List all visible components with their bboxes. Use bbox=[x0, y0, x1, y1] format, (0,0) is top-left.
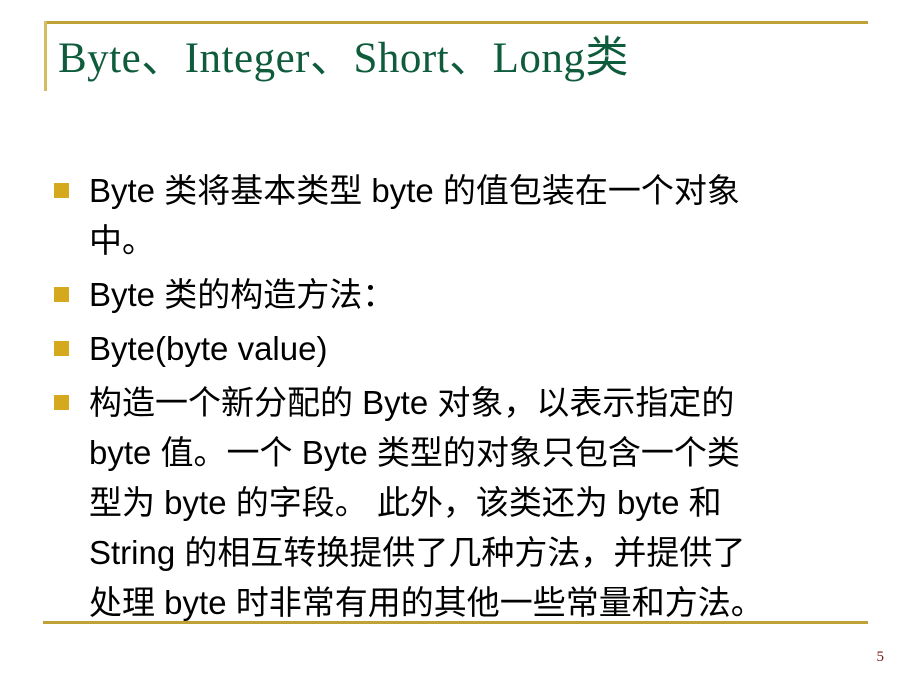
slide-title: Byte、Integer、Short、Long类 bbox=[58, 35, 629, 82]
square-bullet-icon bbox=[54, 395, 69, 410]
square-bullet-icon bbox=[54, 287, 69, 302]
bullet-item-text: 构造一个新分配的 Byte 对象，以表示指定的 byte 值。一个 Byte 类… bbox=[89, 378, 884, 628]
bullet-item-text: Byte 类将基本类型 byte 的值包装在一个对象 中。 bbox=[89, 166, 884, 266]
square-bullet-icon bbox=[54, 341, 69, 356]
bullet-line: Byte 类将基本类型 byte 的值包装在一个对象 bbox=[89, 172, 740, 209]
bullet-item: Byte(byte value) bbox=[54, 324, 884, 374]
bullet-item-text: Byte(byte value) bbox=[89, 324, 884, 374]
bullet-line: byte 值。一个 Byte 类型的对象只包含一个类 bbox=[89, 434, 740, 471]
page-number: 5 bbox=[876, 649, 885, 665]
bullet-item: Byte 类的构造方法： bbox=[54, 270, 884, 320]
slide-canvas: Byte、Integer、Short、Long类 Byte 类将基本类型 byt… bbox=[0, 0, 920, 690]
bullet-line: 中。 bbox=[89, 222, 155, 259]
top-rule-divider bbox=[44, 21, 868, 24]
bullet-line: 处理 byte 时非常有用的其他一些常量和方法。 bbox=[89, 584, 764, 621]
slide-body: Byte 类将基本类型 byte 的值包装在一个对象 中。 Byte 类的构造方… bbox=[54, 166, 884, 632]
left-rule-divider bbox=[44, 21, 47, 91]
bullet-line: String 的相互转换提供了几种方法，并提供了 bbox=[89, 534, 746, 571]
square-bullet-icon bbox=[54, 183, 69, 198]
bullet-item-text: Byte 类的构造方法： bbox=[89, 270, 884, 320]
bullet-item: 构造一个新分配的 Byte 对象，以表示指定的 byte 值。一个 Byte 类… bbox=[54, 378, 884, 628]
bullet-line: 构造一个新分配的 Byte 对象，以表示指定的 bbox=[89, 384, 735, 421]
bullet-line: 型为 byte 的字段。 此外，该类还为 byte 和 bbox=[89, 484, 722, 521]
bullet-item: Byte 类将基本类型 byte 的值包装在一个对象 中。 bbox=[54, 166, 884, 266]
bullet-line: Byte 类的构造方法： bbox=[89, 276, 396, 313]
bullet-line: Byte(byte value) bbox=[89, 330, 328, 367]
